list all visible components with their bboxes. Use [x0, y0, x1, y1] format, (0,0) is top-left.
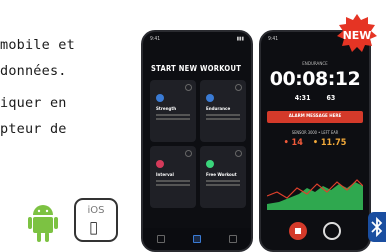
phone-active-workout: 9:41▮▮▮ ENDURANCE 00:08:12 4:31 63 ALARM… — [259, 30, 371, 252]
info-icon[interactable] — [235, 150, 242, 157]
tab-bar — [143, 228, 251, 250]
card-label: Strength — [156, 107, 177, 112]
interval-icon — [156, 160, 164, 168]
strength-icon — [156, 94, 164, 102]
body-text-line-2: données. — [0, 63, 67, 79]
apple-icon:  — [90, 220, 98, 236]
sensor-value-b: • 11.75 — [312, 138, 347, 148]
card-label: Interval — [156, 173, 174, 178]
body-text-line-3: iquer en — [0, 95, 67, 111]
sensor-value-a: • 14 — [283, 138, 303, 148]
ios-icon: iOS  — [74, 198, 118, 242]
workout-card-free[interactable]: Free Workout — [200, 146, 246, 208]
ios-label: iOS — [87, 205, 105, 216]
tab-profile[interactable] — [229, 235, 237, 243]
card-label: Endurance — [206, 107, 231, 112]
body-text-line-4: pteur de — [0, 121, 67, 137]
info-icon[interactable] — [185, 84, 192, 91]
workout-timer: 00:08:12 — [269, 68, 361, 90]
status-bar: 9:41▮▮▮ — [150, 36, 244, 42]
stop-button[interactable] — [289, 222, 307, 240]
free-workout-icon — [206, 160, 214, 168]
endurance-icon — [206, 94, 214, 102]
stat-count: 63 — [326, 94, 336, 102]
workout-card-strength[interactable]: Strength — [150, 80, 196, 142]
phone-start-workout: 9:41 ▮▮▮ START NEW WORKOUT Strength Endur… — [141, 30, 253, 252]
workout-card-interval[interactable]: Interval — [150, 146, 196, 208]
new-badge-text: NEW — [343, 29, 372, 42]
alarm-banner[interactable]: ALARM MESSAGE HERE — [267, 111, 363, 123]
tab-workout[interactable] — [193, 235, 201, 243]
new-badge: NEW — [337, 14, 377, 52]
lap-button[interactable] — [323, 222, 341, 240]
tab-home[interactable] — [157, 235, 165, 243]
card-label: Free Workout — [206, 173, 237, 178]
stat-pace: 4:31 — [294, 94, 311, 102]
workout-card-endurance[interactable]: Endurance — [200, 80, 246, 142]
bluetooth-icon — [368, 212, 386, 242]
android-icon — [28, 205, 58, 242]
sensor-label: SENSOR 3000 • LEFT EAR — [291, 130, 339, 135]
info-icon[interactable] — [185, 150, 192, 157]
screen-title: START NEW WORKOUT — [151, 64, 242, 73]
workout-type-label: ENDURANCE — [302, 62, 328, 67]
live-chart — [267, 179, 363, 210]
info-icon[interactable] — [235, 84, 242, 91]
body-text-line-1: mobile et — [0, 37, 75, 53]
